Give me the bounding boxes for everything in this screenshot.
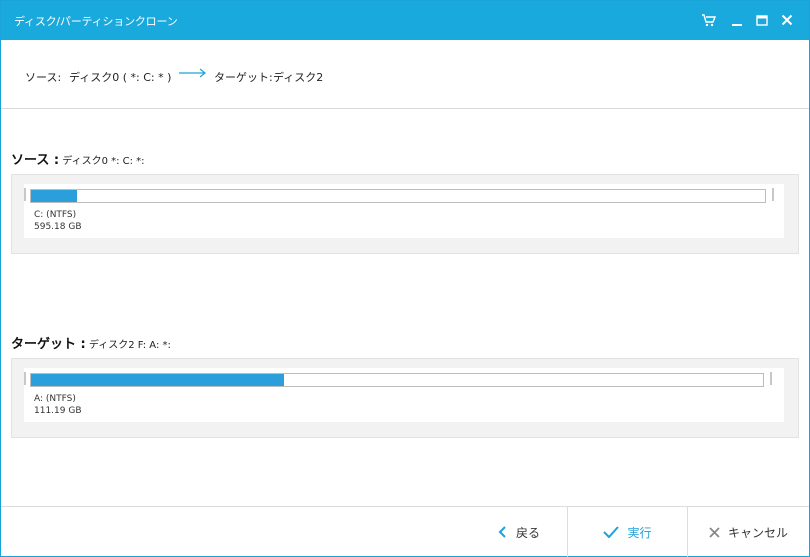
cancel-button-label: キャンセル [727, 525, 788, 540]
clone-window: ディスク/パーティションクローン ソース: ディスク0 ( *: C: * ) … [0, 0, 810, 557]
source-heading-label: ソース : [11, 153, 60, 168]
source-path-value: ディスク0 ( *: C: * ) [69, 71, 172, 84]
target-partition-name: A: (NTFS) [34, 394, 76, 404]
target-partition-block[interactable] [30, 373, 764, 387]
target-heading-label: ターゲット : [11, 337, 86, 352]
source-heading-detail: ディスク0 *: C: *: [62, 156, 145, 167]
disk-edge-left [24, 188, 26, 201]
minimize-icon[interactable] [729, 12, 745, 28]
back-button-label: 戻る [515, 525, 540, 540]
source-partition-name: C: (NTFS) [34, 210, 77, 220]
source-usage-bar [31, 190, 77, 202]
execute-button-label: 実行 [627, 525, 652, 540]
target-partition-size: 111.19 GB [34, 406, 82, 416]
disk-edge-left [24, 372, 26, 385]
source-disk-row: C: (NTFS) 595.18 GB [24, 184, 784, 238]
disk-edge-right [772, 188, 774, 201]
chevron-left-icon [498, 526, 508, 538]
title-bar: ディスク/パーティションクローン [1, 1, 809, 40]
check-icon [603, 526, 620, 538]
execute-button[interactable]: 実行 [567, 507, 687, 557]
maximize-icon[interactable] [754, 12, 770, 28]
target-heading: ターゲット : ディスク2 F: A: *: [11, 333, 171, 352]
clone-path-summary: ソース: ディスク0 ( *: C: * ) ターゲット: ディスク2 [1, 40, 809, 109]
arrow-right-icon [179, 67, 207, 82]
target-heading-detail: ディスク2 F: A: *: [88, 340, 171, 351]
footer-bar: 戻る 実行 キャンセル [1, 506, 809, 557]
source-path-label: ソース: [25, 71, 62, 84]
window-title: ディスク/パーティションクローン [14, 15, 178, 28]
source-partition-block[interactable] [30, 189, 766, 203]
target-path-value: ディスク2 [273, 71, 324, 84]
close-x-icon [709, 526, 720, 538]
target-disk-row: A: (NTFS) 111.19 GB [24, 368, 784, 422]
target-path-label: ターゲット: [214, 71, 273, 84]
close-icon[interactable] [779, 12, 795, 28]
target-disk-map: A: (NTFS) 111.19 GB [11, 358, 799, 438]
source-heading: ソース : ディスク0 *: C: *: [11, 149, 145, 168]
disk-edge-right [770, 372, 772, 385]
cart-icon[interactable] [701, 12, 717, 28]
source-disk-map: C: (NTFS) 595.18 GB [11, 174, 799, 254]
target-usage-bar [31, 374, 285, 386]
cancel-button[interactable]: キャンセル [687, 507, 809, 557]
source-partition-size: 595.18 GB [34, 222, 82, 232]
back-button[interactable]: 戻る [471, 507, 567, 557]
